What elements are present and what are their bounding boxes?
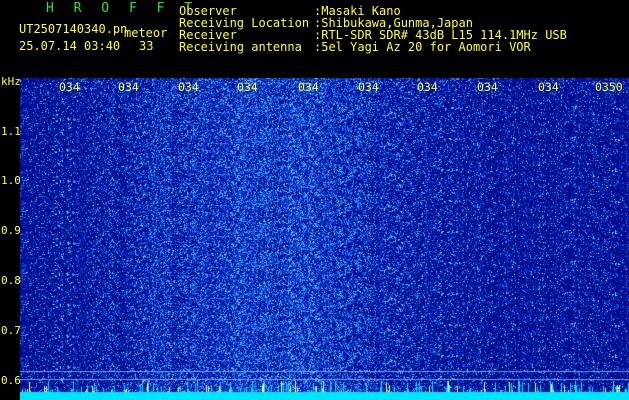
x-tick-label: 034 xyxy=(538,80,559,94)
y-axis-unit: kHz xyxy=(1,75,21,88)
y-tick-label: 1.0 xyxy=(1,174,21,187)
spectrogram xyxy=(20,78,629,400)
x-tick-label: 034 xyxy=(178,80,199,94)
detection-type-label: meteor xyxy=(124,26,168,40)
y-tick-label: 0.7 xyxy=(1,324,21,337)
detection-count: 33 xyxy=(139,39,154,53)
x-tick-label: 0350 xyxy=(595,80,623,94)
header: H R O F F T UT2507140340.pn meteor 25.07… xyxy=(0,0,629,76)
x-tick-label: 034 xyxy=(298,80,319,94)
antenna-value: :5el Yagi Az 20 for Aomori VOR xyxy=(314,40,531,54)
antenna-label: Receiving antenna xyxy=(179,40,302,54)
x-tick-label: 034 xyxy=(417,80,438,94)
y-tick-label: 0.6 xyxy=(1,374,21,387)
x-tick-label: 034 xyxy=(237,80,258,94)
capture-datetime: 25.07.14 03:40 xyxy=(19,39,121,53)
y-tick-label: 0.9 xyxy=(1,224,21,237)
y-tick-label: 1.1 xyxy=(1,125,21,138)
app-title: H R O F F T xyxy=(46,1,199,16)
y-tick-label: 0.8 xyxy=(1,274,21,287)
x-tick-label: 034 xyxy=(477,80,498,94)
file-name: UT2507140340.pn xyxy=(19,22,128,36)
x-tick-label: 034 xyxy=(59,80,80,94)
x-tick-label: 034 xyxy=(358,80,379,94)
spectrogram-canvas xyxy=(20,78,629,400)
x-tick-label: 034 xyxy=(118,80,139,94)
